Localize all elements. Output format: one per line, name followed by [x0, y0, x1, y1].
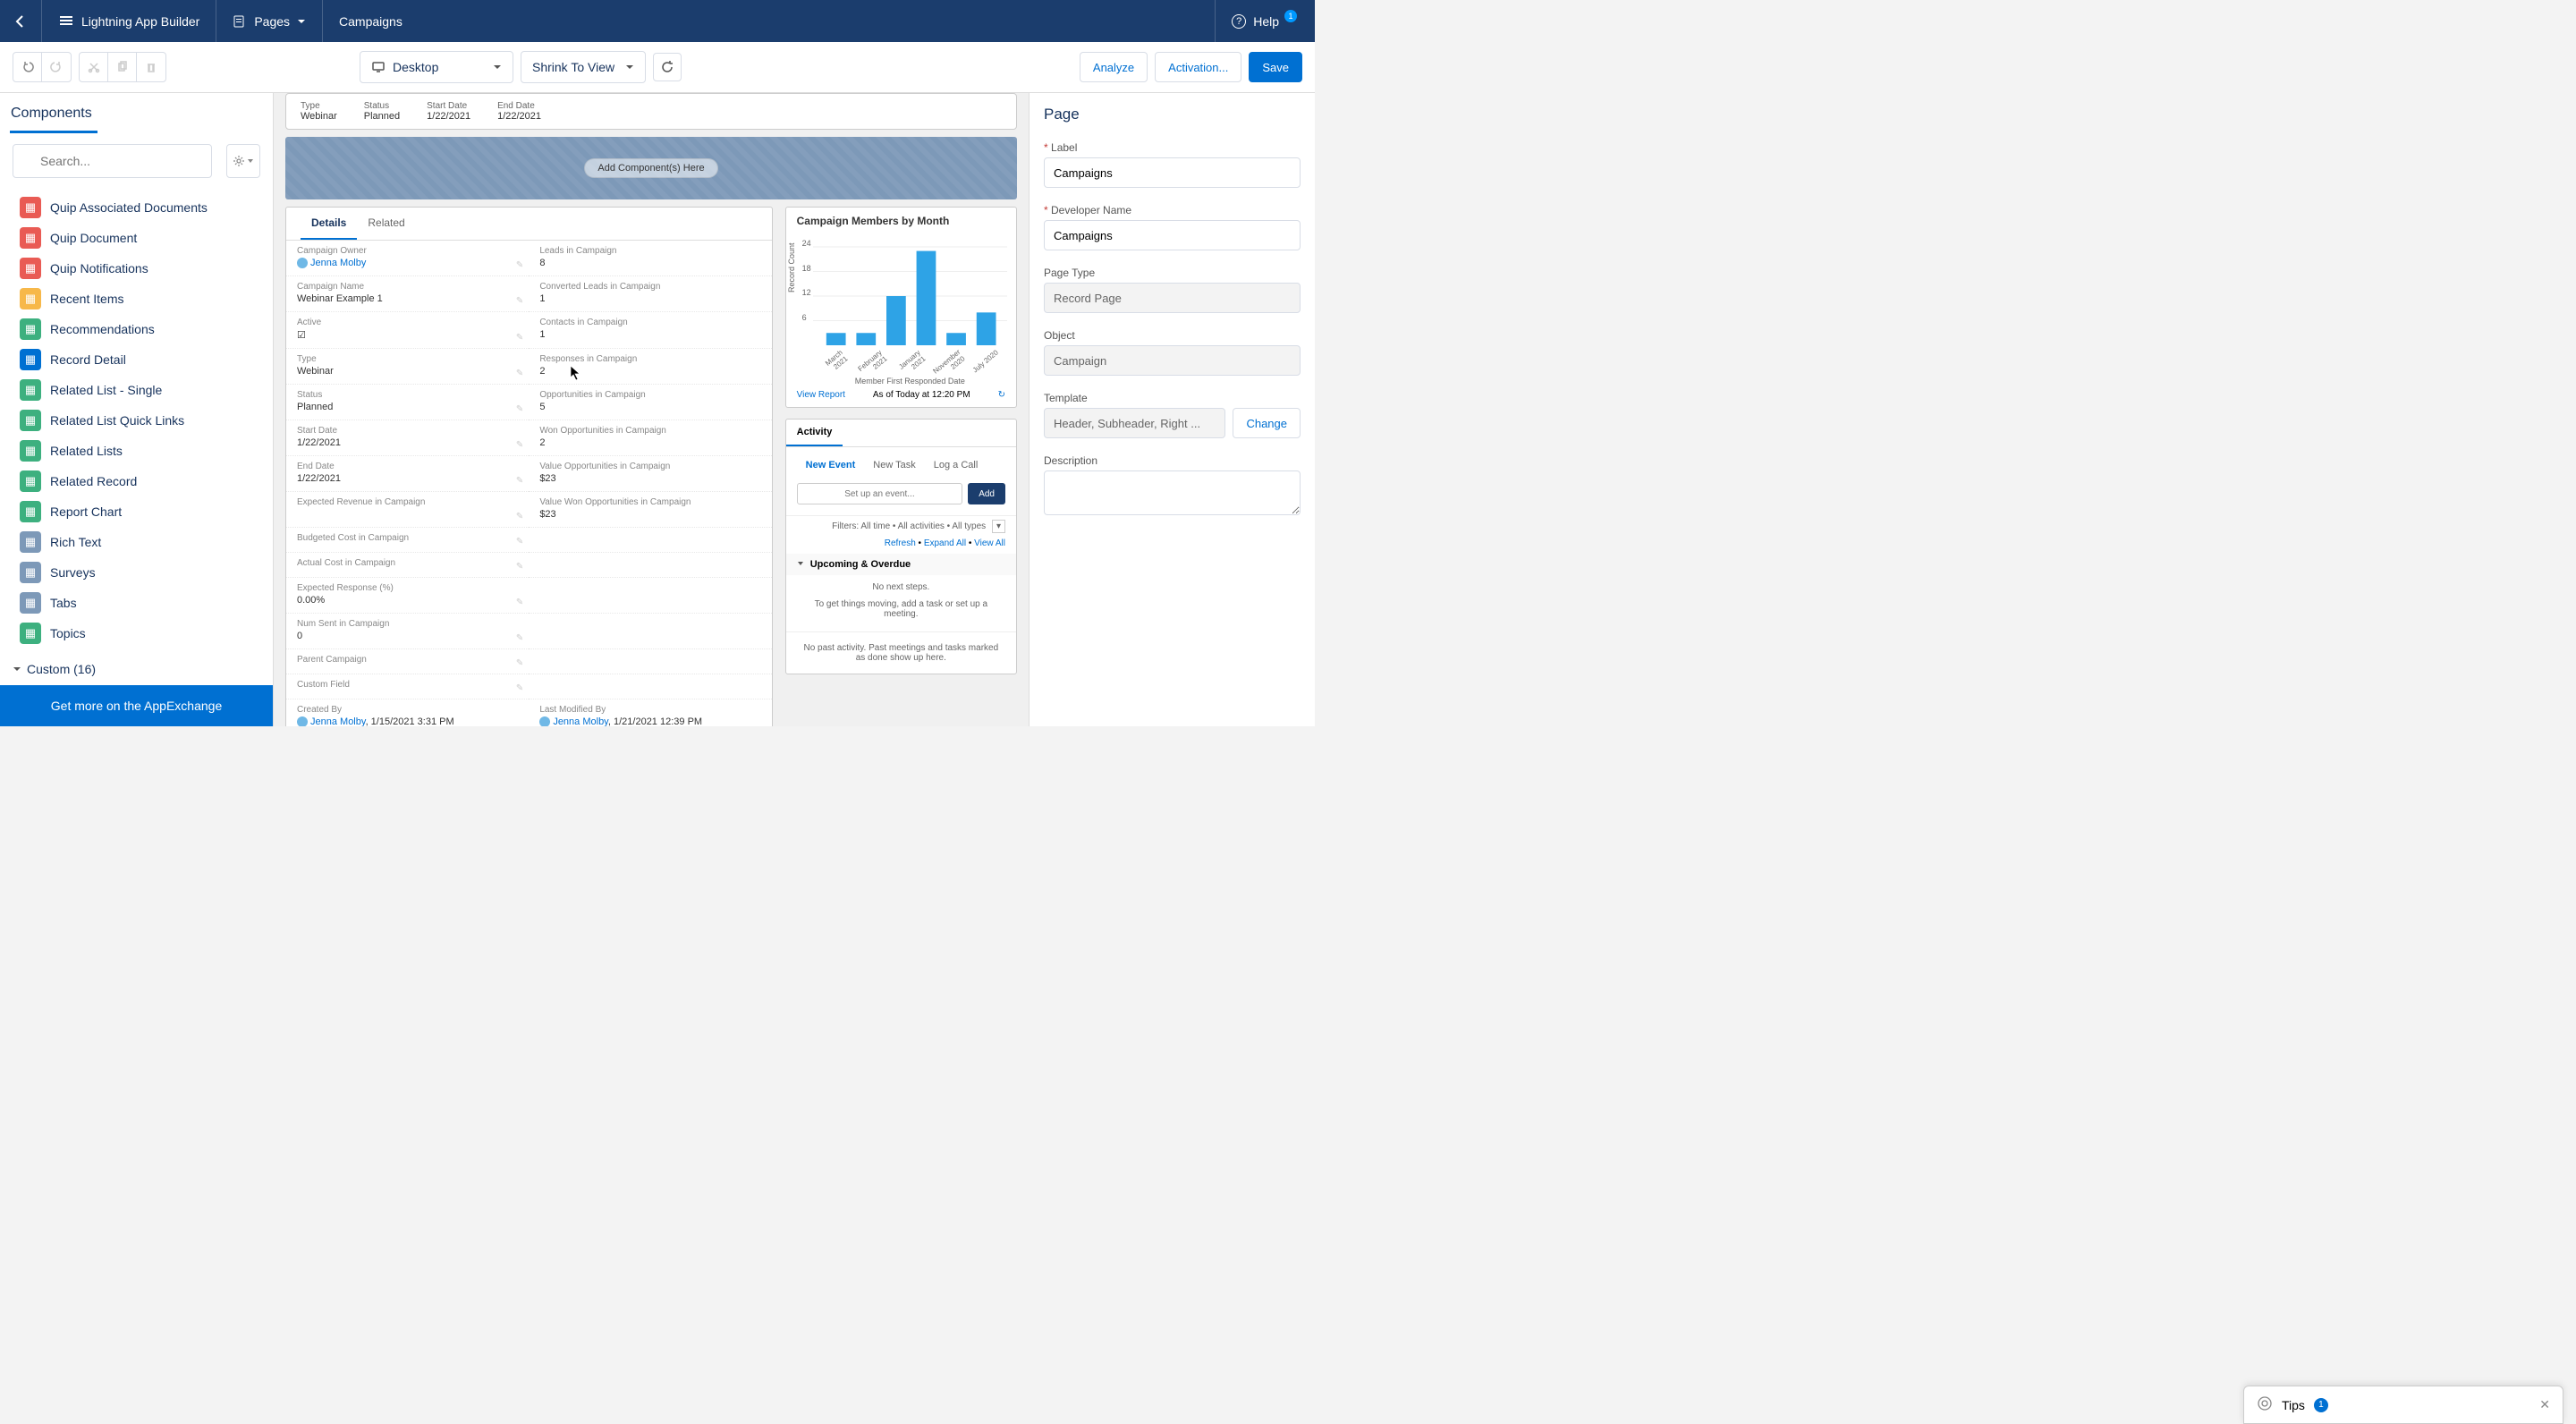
tab-details[interactable]: Details: [301, 208, 357, 240]
event-input[interactable]: [797, 483, 963, 504]
device-select[interactable]: Desktop: [360, 51, 513, 83]
properties-panel: Page Label Developer Name Page Type Obje…: [1029, 93, 1315, 726]
custom-section-toggle[interactable]: Custom (16): [0, 653, 273, 685]
record-header-strip[interactable]: TypeWebinarStatusPlannedStart Date1/22/2…: [285, 93, 1017, 130]
save-button[interactable]: Save: [1249, 52, 1302, 82]
tab-related[interactable]: Related: [357, 208, 415, 240]
description-textarea[interactable]: [1044, 470, 1301, 515]
filter-icon[interactable]: ▾: [992, 520, 1005, 533]
component-item[interactable]: ▦Tabs: [0, 588, 273, 618]
label-input[interactable]: [1044, 157, 1301, 188]
analyze-button[interactable]: Analyze: [1080, 52, 1148, 82]
template-field: [1044, 408, 1225, 438]
component-item[interactable]: ▦Related Record: [0, 466, 273, 496]
component-item[interactable]: ▦Recommendations: [0, 314, 273, 344]
redo-button[interactable]: [42, 53, 71, 81]
component-item[interactable]: ▦Related Lists: [0, 436, 273, 466]
components-title: Components: [0, 93, 273, 131]
add-button[interactable]: Add: [968, 483, 1005, 504]
component-item[interactable]: ▦Rich Text: [0, 527, 273, 557]
copy-button[interactable]: [108, 53, 137, 81]
component-item[interactable]: ▦Recent Items: [0, 284, 273, 314]
developer-name-input[interactable]: [1044, 220, 1301, 250]
view-report-link[interactable]: View Report: [797, 390, 845, 400]
toolbar: Desktop Shrink To View Analyze Activatio…: [0, 42, 1315, 93]
page-name: Campaigns: [323, 0, 419, 42]
component-item[interactable]: ▦Quip Document: [0, 223, 273, 253]
object-field: [1044, 345, 1301, 376]
page-type-field: [1044, 283, 1301, 313]
component-item[interactable]: ▦Related List - Single: [0, 375, 273, 405]
record-detail-component[interactable]: Details Related Campaign OwnerJenna Molb…: [285, 207, 773, 726]
app-title: Lightning App Builder: [81, 14, 199, 29]
activation-button[interactable]: Activation...: [1155, 52, 1241, 82]
refresh-icon[interactable]: ↻: [998, 390, 1005, 400]
upcoming-overdue-toggle[interactable]: Upcoming & Overdue: [786, 554, 1016, 575]
change-template-button[interactable]: Change: [1233, 408, 1301, 438]
activity-component[interactable]: Activity New EventNew TaskLog a Call Add…: [785, 419, 1017, 674]
components-panel: Components ▦Quip Associated Documents▦Qu…: [0, 93, 274, 726]
pages-label: Pages: [254, 14, 290, 29]
component-item[interactable]: ▦Report Chart: [0, 496, 273, 527]
tips-icon: [2257, 1395, 2273, 1414]
canvas-area: TypeWebinarStatusPlannedStart Date1/22/2…: [274, 93, 1029, 726]
close-icon[interactable]: ✕: [2539, 1397, 2550, 1412]
app-title-section: Lightning App Builder: [42, 0, 216, 42]
report-chart-component[interactable]: Campaign Members by Month Record Count 6…: [785, 207, 1017, 408]
help-button[interactable]: ? Help 1: [1215, 0, 1315, 42]
components-settings-button[interactable]: [226, 144, 260, 178]
refresh-canvas-button[interactable]: [653, 53, 682, 81]
search-input[interactable]: [13, 144, 212, 178]
component-item[interactable]: ▦Topics: [0, 618, 273, 648]
help-count-badge: 1: [1284, 10, 1297, 22]
tips-panel[interactable]: Tips 1 ✕: [2243, 1386, 2563, 1424]
component-item[interactable]: ▦Quip Associated Documents: [0, 192, 273, 223]
component-item[interactable]: ▦Record Detail: [0, 344, 273, 375]
appexchange-button[interactable]: Get more on the AppExchange: [0, 685, 273, 726]
app-header: Lightning App Builder Pages Campaigns ? …: [0, 0, 1315, 42]
delete-button[interactable]: [137, 53, 165, 81]
cut-button[interactable]: [80, 53, 108, 81]
component-item[interactable]: ▦Related List Quick Links: [0, 405, 273, 436]
back-button[interactable]: [0, 0, 42, 42]
undo-button[interactable]: [13, 53, 42, 81]
tips-count-badge: 1: [2314, 1398, 2328, 1412]
dropzone[interactable]: Add Component(s) Here: [285, 137, 1017, 199]
page-title: Page: [1044, 106, 1301, 123]
zoom-select[interactable]: Shrink To View: [521, 51, 646, 83]
component-item[interactable]: ▦Surveys: [0, 557, 273, 588]
component-item[interactable]: ▦Quip Notifications: [0, 253, 273, 284]
pages-dropdown[interactable]: Pages: [216, 0, 323, 42]
